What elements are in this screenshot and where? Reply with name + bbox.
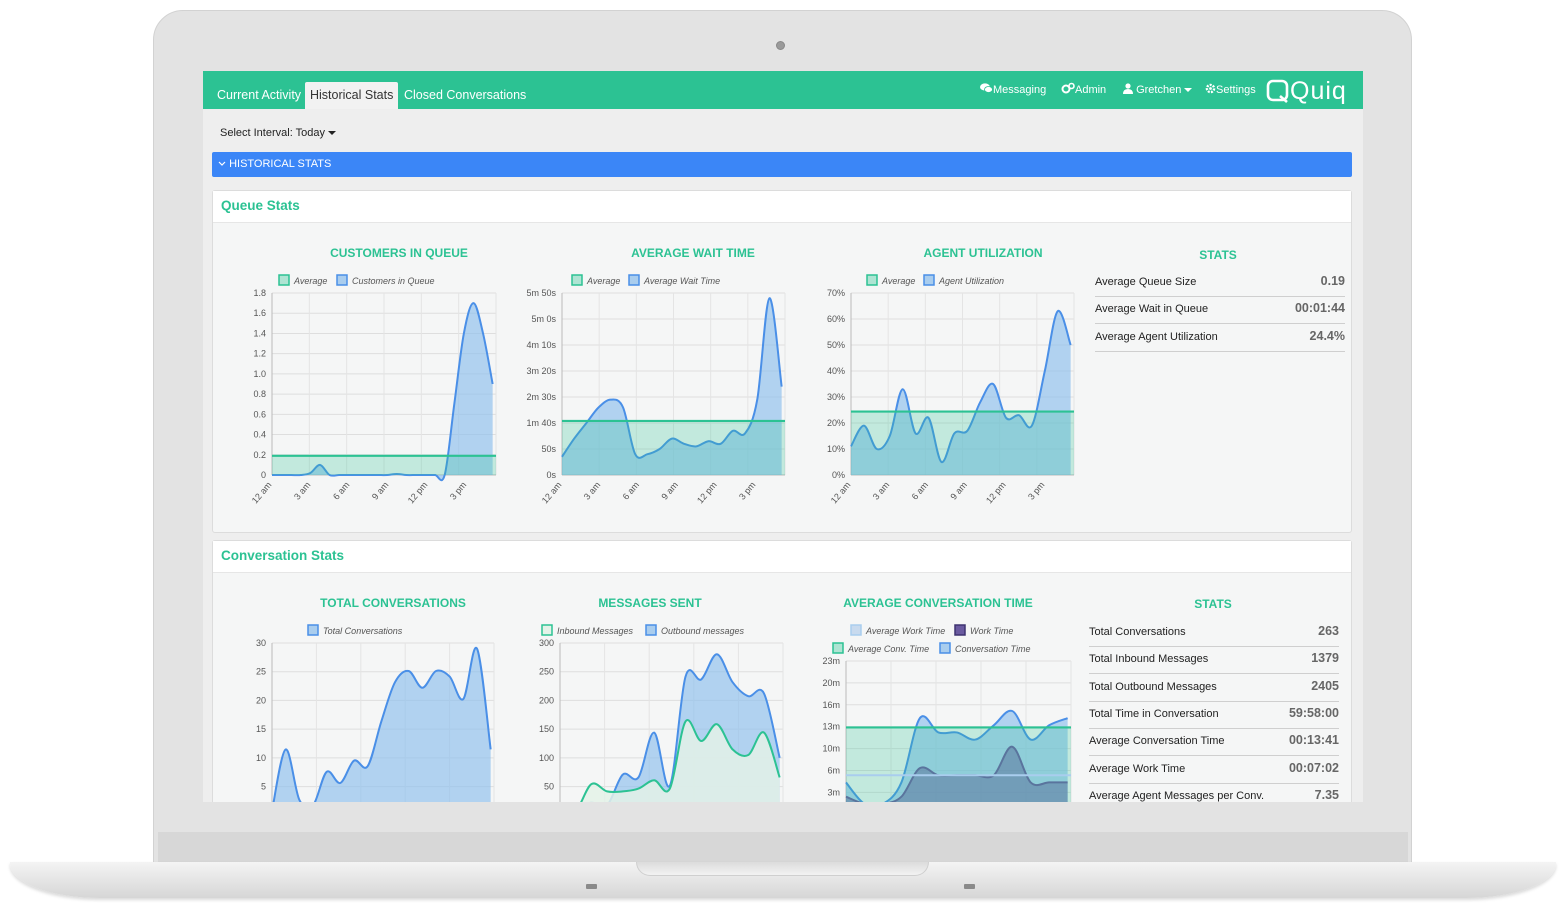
y-tick-label: 23m	[822, 656, 840, 666]
y-tick-label: 10m	[822, 744, 840, 754]
y-tick-label: 16m	[822, 700, 840, 710]
laptop-foot	[964, 884, 975, 889]
legend-label: Conversation Time	[955, 644, 1030, 654]
y-tick-label: 20m	[822, 678, 840, 688]
chart-svg: 23m 20m 16m 13m 10m 6m 3m Average Work Time Work…	[822, 624, 1072, 802]
legend-swatch	[850, 624, 862, 636]
app-screen: Current Activity Historical Stats Closed…	[203, 71, 1363, 802]
legend-swatch	[954, 624, 966, 636]
y-tick-label: 3m	[827, 787, 840, 797]
y-tick-label: 13m	[822, 722, 840, 732]
legend-swatch	[832, 642, 844, 654]
legend-label: Work Time	[970, 626, 1013, 636]
legend-swatch	[939, 642, 951, 654]
laptop-notch	[636, 862, 929, 876]
camera-icon	[776, 41, 785, 50]
average-area	[846, 727, 1071, 802]
charts-layer: CUSTOMERS IN QUEUE 1.8 1.6 1.4 1.2 1.0 0.8 0.6 0…	[203, 71, 1363, 802]
laptop-foot	[586, 884, 597, 889]
legend-label: Average Conv. Time	[847, 644, 929, 654]
y-tick-label: 6m	[827, 765, 840, 775]
legend-label: Average Work Time	[865, 626, 945, 636]
